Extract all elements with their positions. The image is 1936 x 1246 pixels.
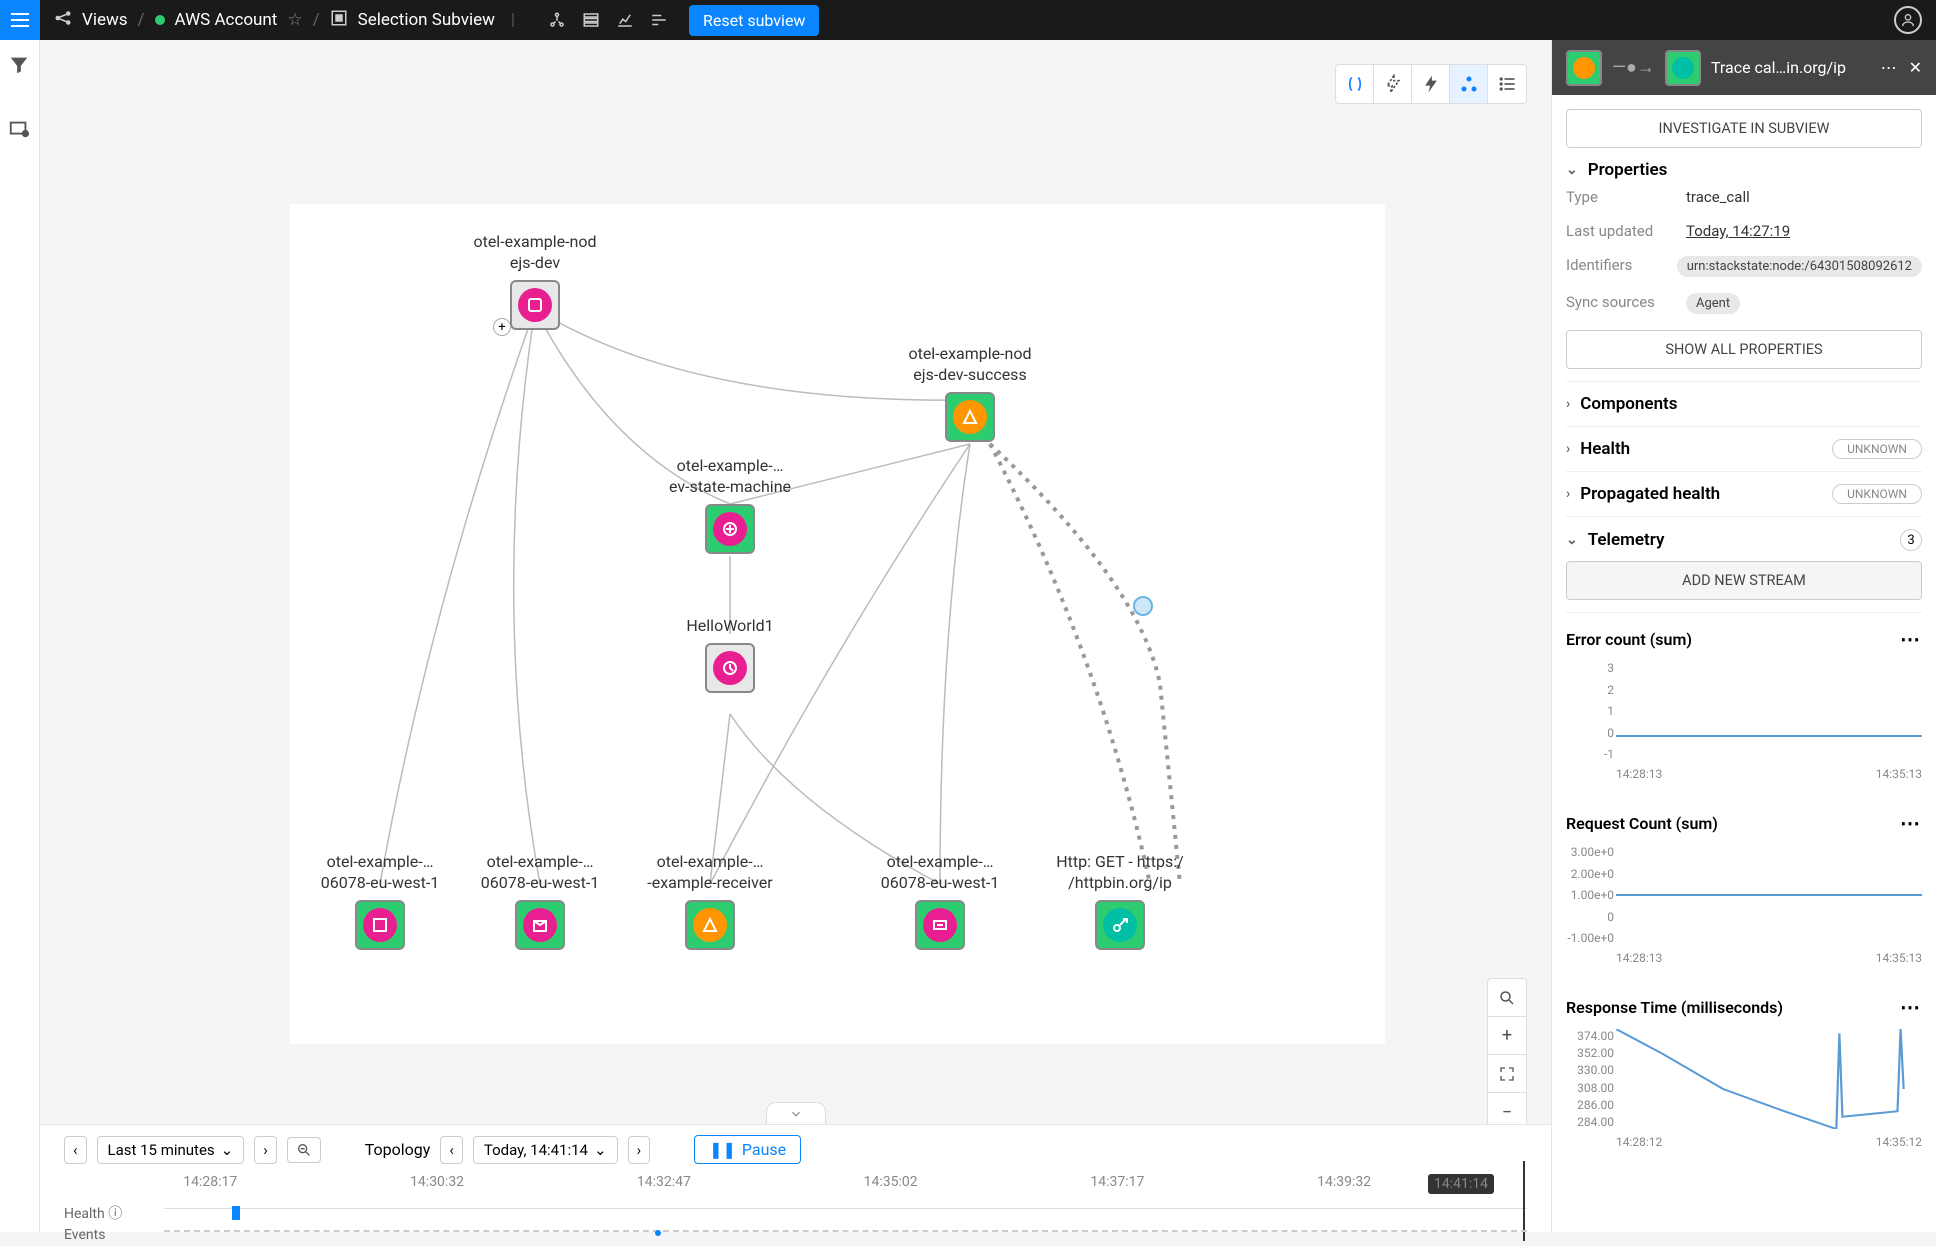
canvas-area[interactable]: otel-example-nodejs-dev + otel-example-n… [40,40,1551,1232]
panel-title: Trace cal…in.org/ip [1711,58,1871,77]
time-next-button[interactable]: › [628,1136,651,1164]
tick: 14:28:17 [183,1174,237,1190]
topology-canvas: otel-example-nodejs-dev + otel-example-n… [290,204,1385,1044]
timeline-ticks: 14:41:14 14:28:17 14:30:32 14:32:47 14:35:0… [64,1174,1527,1198]
search-icon[interactable] [1488,979,1526,1017]
propagated-health-toggle[interactable]: ›Propagated healthUNKNOWN [1566,484,1922,504]
timeline-cursor[interactable] [1523,1161,1525,1241]
health-track[interactable] [164,1208,1527,1218]
chart-view-icon[interactable] [611,6,639,34]
tick: 14:39:32 [1317,1174,1371,1190]
topology-label: Topology [365,1140,431,1159]
tick: 14:37:17 [1090,1174,1144,1190]
tick: 14:30:32 [410,1174,464,1190]
chart-title: Response Time (milliseconds) [1566,998,1783,1017]
node-otel-dev-success[interactable]: otel-example-nodejs-dev-success [900,344,1040,442]
chart-2: Response Time (milliseconds)⋯ 374.00352.… [1566,981,1922,1165]
source-node-icon [1566,50,1602,86]
health-toggle[interactable]: ›HealthUNKNOWN [1566,439,1922,459]
zoom-out-time-icon[interactable] [287,1137,321,1163]
map-controls: + − [1487,978,1527,1132]
right-panel: ▸ —●→ Trace cal…in.org/ip ⋯ ✕ INVESTIGAT… [1551,40,1936,1232]
properties-toggle[interactable]: ⌄Properties [1566,160,1922,180]
table-view-icon[interactable] [577,6,605,34]
arrow-icon: —●→ [1612,57,1655,78]
status-dot-icon [155,15,165,25]
breadcrumb: Views / AWS Account ☆ / Selection Subvie… [40,9,535,32]
top-bar: Views / AWS Account ☆ / Selection Subvie… [0,0,1936,40]
chart-title: Request Count (sum) [1566,814,1718,833]
list-view-icon[interactable] [645,6,673,34]
node-helloworld[interactable]: HelloWorld1 [660,616,800,693]
time-select[interactable]: Today, 14:41:14 ⌄ [473,1136,618,1164]
timeline: ‹ Last 15 minutes ⌄ › Topology ‹ Today, … [40,1124,1551,1232]
view-toolbar [1335,64,1527,104]
panel-header: —●→ Trace cal…in.org/ip ⋯ ✕ [1552,40,1936,95]
components-toggle[interactable]: ›Components [1566,394,1922,414]
subview-icon [330,9,348,32]
node-row2[interactable]: otel-example-…06078-eu-west-1 [470,852,610,950]
query-icon[interactable] [8,118,32,142]
investigate-button[interactable]: INVESTIGATE IN SUBVIEW [1566,109,1922,148]
left-rail [0,40,40,1232]
star-icon[interactable]: ☆ [287,10,302,30]
waypoint-icon[interactable] [1133,596,1153,616]
more-menu-icon[interactable]: ⋯ [1881,58,1897,77]
bolt-dashed-icon[interactable] [1374,65,1412,103]
chart-more-icon[interactable]: ⋯ [1900,811,1922,835]
telemetry-toggle[interactable]: ⌄Telemetry3 [1566,529,1922,551]
tick: 14:32:47 [637,1174,691,1190]
range-select[interactable]: Last 15 minutes ⌄ [97,1136,245,1164]
chart-more-icon[interactable]: ⋯ [1900,995,1922,1019]
time-prev-button[interactable]: ‹ [440,1136,463,1164]
node-otel-dev[interactable]: otel-example-nodejs-dev + [465,232,605,330]
topology-view-icon[interactable] [543,6,571,34]
add-stream-button[interactable]: ADD NEW STREAM [1566,561,1922,600]
hamburger-menu[interactable] [0,0,40,40]
collapse-panel-icon[interactable]: ▸ [1551,640,1552,680]
network-icon [54,9,72,32]
node-http-get[interactable]: Http: GET - https://httpbin.org/ip [1050,852,1190,950]
range-next-button[interactable]: › [254,1136,277,1164]
subview-link[interactable]: Selection Subview [358,10,495,30]
bolt-icon[interactable] [1412,65,1450,103]
chart-title: Error count (sum) [1566,630,1692,649]
range-prev-button[interactable]: ‹ [64,1136,87,1164]
target-node-icon [1665,50,1701,86]
list-icon[interactable] [1488,65,1526,103]
views-link[interactable]: Views [82,10,128,30]
close-icon[interactable]: ✕ [1909,58,1922,77]
reset-subview-button[interactable]: Reset subview [689,5,819,36]
pause-button[interactable]: ❚❚Pause [694,1135,801,1164]
node-row4[interactable]: otel-example-…06078-eu-west-1 [870,852,1010,950]
zoom-in-icon[interactable]: + [1488,1017,1526,1055]
user-avatar-icon[interactable] [1894,6,1922,34]
chart-0: Error count (sum)⋯ 3210-1 14:28:1314:35:… [1566,613,1922,797]
account-link[interactable]: AWS Account [175,10,278,30]
chart-1: Request Count (sum)⋯ 3.00e+02.00e+01.00e… [1566,797,1922,981]
properties-section: ⌄Properties Typetrace_call Last updatedT… [1566,148,1922,382]
chart-more-icon[interactable]: ⋯ [1900,627,1922,651]
node-row3[interactable]: otel-example-…-example-receiver [640,852,780,950]
node-state-machine[interactable]: otel-example-…ev-state-machine [660,456,800,554]
filter-icon[interactable] [8,54,32,78]
info-icon[interactable]: ⓘ [108,1206,122,1222]
collapse-timeline-icon[interactable] [766,1102,826,1124]
nodes-icon[interactable] [1450,65,1488,103]
node-row1[interactable]: otel-example-…06078-eu-west-1 [310,852,450,950]
expand-node-icon[interactable]: + [493,318,511,336]
tick: 14:35:02 [864,1174,918,1190]
show-all-properties-button[interactable]: SHOW ALL PROPERTIES [1566,330,1922,369]
relation-icon[interactable] [1336,65,1374,103]
edges [290,204,1385,1044]
fit-icon[interactable] [1488,1055,1526,1093]
current-time-badge: 14:41:14 [1428,1174,1494,1194]
